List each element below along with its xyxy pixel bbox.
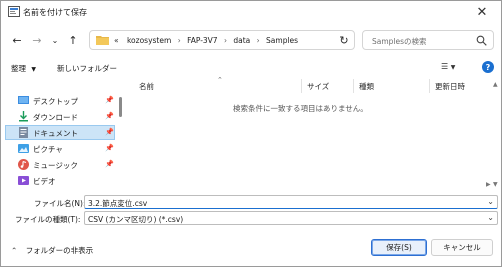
back-button[interactable]: ← <box>9 32 25 48</box>
command-bar: 整理 ▼ 新しいフォルダー ☰ ▼ ? <box>1 57 501 79</box>
filename-label: ファイル名(N): <box>34 199 86 208</box>
sort-ascending-icon: ⌃ <box>217 76 223 84</box>
search-icon <box>476 35 487 46</box>
close-button[interactable]: ✕ <box>471 3 493 21</box>
sidebar-item-label: ドキュメント <box>33 129 78 138</box>
new-folder-button[interactable]: 新しいフォルダー <box>57 63 117 74</box>
breadcrumb-separator-icon[interactable]: › <box>257 36 260 45</box>
view-list-icon: ☰ <box>441 62 449 71</box>
breadcrumb-item[interactable]: data <box>233 36 250 45</box>
arrow-right-icon: → <box>32 33 42 47</box>
sidebar-item-label: ピクチャ <box>33 145 63 154</box>
file-list: ⌃ 名前 サイズ 種類 更新日時 検索条件に一致する項目はありません。 <box>125 76 501 189</box>
chevron-down-icon: ⌄ <box>487 213 494 222</box>
pictures-icon <box>18 144 29 153</box>
sidebar-item-desktop[interactable]: デスクトップ 📌 <box>5 93 115 108</box>
filename-input[interactable]: 3.2.節点変位.csv ⌄ <box>84 195 498 209</box>
sidebar-item-pictures[interactable]: ピクチャ 📌 <box>5 141 115 156</box>
breadcrumb-separator-icon[interactable]: › <box>224 36 227 45</box>
pin-icon: 📌 <box>105 128 114 136</box>
sidebar-item-videos[interactable]: ビデオ <box>5 173 115 188</box>
column-divider[interactable] <box>353 79 354 93</box>
filetype-label: ファイルの種類(T): <box>15 215 81 224</box>
sidebar-item-label: ダウンロード <box>33 113 78 122</box>
breadcrumb-item[interactable]: kozosystem <box>127 36 171 45</box>
app-icon <box>8 6 20 17</box>
sidebar-item-label: デスクトップ <box>33 97 78 106</box>
refresh-button[interactable]: ↻ <box>336 32 352 48</box>
desktop-icon <box>18 96 29 104</box>
sidebar-item-label: ビデオ <box>33 177 56 186</box>
documents-icon <box>19 127 28 138</box>
column-header-modified[interactable]: 更新日時 <box>435 81 465 92</box>
sidebar-item-downloads[interactable]: ダウンロード 📌 <box>5 109 115 124</box>
breadcrumb: « kozosystem › FAP-3V7 › data › Samples <box>114 36 298 45</box>
hide-folders-label: フォルダーの非表示 <box>25 246 94 255</box>
breadcrumb-separator-icon[interactable]: › <box>178 36 181 45</box>
filename-value: 3.2.節点変位.csv <box>88 199 148 208</box>
navigation-pane: デスクトップ 📌 ダウンロード 📌 ドキュメント 📌 ピクチャ 📌 ミュージック… <box>1 81 123 189</box>
save-button[interactable]: 保存(S) <box>371 239 427 256</box>
column-header-size[interactable]: サイズ <box>307 81 329 92</box>
help-icon[interactable]: ? <box>482 61 494 73</box>
download-icon <box>19 111 28 122</box>
column-header-type[interactable]: 種類 <box>359 81 374 92</box>
filetype-value: CSV (カンマ区切り) (*.csv) <box>88 215 184 224</box>
scroll-right-icon[interactable]: ▶ <box>486 181 491 188</box>
view-options-button[interactable]: ☰ ▼ <box>441 62 455 71</box>
organize-menu[interactable]: 整理 ▼ <box>11 63 36 74</box>
filetype-select[interactable]: CSV (カンマ区切り) (*.csv) ⌄ <box>84 211 498 225</box>
chevron-down-icon: ⌄ <box>51 35 59 45</box>
empty-folder-message: 検索条件に一致する項目はありません。 <box>233 104 368 113</box>
recent-locations-button[interactable]: ⌄ <box>47 32 63 48</box>
title-bar: 名前を付けて保存 ✕ <box>1 1 501 23</box>
breadcrumb-item[interactable]: Samples <box>266 36 298 45</box>
chevron-down-icon[interactable]: ⌄ <box>487 197 494 206</box>
caret-down-icon: ▼ <box>31 66 37 73</box>
caret-down-icon: ▼ <box>450 64 456 71</box>
up-button[interactable]: ↑ <box>65 32 81 48</box>
sidebar-item-documents[interactable]: ドキュメント 📌 <box>5 125 115 140</box>
video-icon <box>18 176 29 185</box>
sidebar-item-music[interactable]: ミュージック 📌 <box>5 157 115 172</box>
pin-icon: 📌 <box>105 160 114 168</box>
address-bar[interactable]: « kozosystem › FAP-3V7 › data › Samples … <box>89 30 405 50</box>
sidebar-scrollbar[interactable] <box>119 97 122 117</box>
music-icon <box>18 159 29 170</box>
breadcrumb-item[interactable]: FAP-3V7 <box>187 36 218 45</box>
arrow-left-icon: ← <box>12 33 22 47</box>
overflow-chevron-icon[interactable]: « <box>114 36 119 45</box>
organize-label: 整理 <box>11 64 26 73</box>
navigation-bar: ← → ⌄ ↑ « kozosystem › FAP-3V7 › data › … <box>1 25 501 55</box>
scroll-down-icon[interactable]: ▼ <box>493 181 498 188</box>
save-form: ファイル名(N): 3.2.節点変位.csv ⌄ ファイルの種類(T): CSV… <box>1 189 501 266</box>
column-divider[interactable] <box>429 79 430 93</box>
column-header-name[interactable]: 名前 <box>139 81 154 92</box>
pin-icon: 📌 <box>105 96 114 104</box>
pin-icon: 📌 <box>105 144 114 152</box>
cancel-button[interactable]: キャンセル <box>431 239 493 256</box>
search-placeholder: Samplesの検索 <box>372 37 427 46</box>
search-box[interactable]: Samplesの検索 <box>362 30 494 50</box>
column-divider[interactable] <box>301 79 302 93</box>
window-title: 名前を付けて保存 <box>23 8 87 17</box>
arrow-up-icon: ↑ <box>68 33 78 47</box>
pin-icon: 📌 <box>105 112 114 120</box>
close-icon: ✕ <box>476 4 488 20</box>
refresh-icon: ↻ <box>339 33 349 47</box>
folder-icon <box>96 36 109 45</box>
save-as-dialog: 名前を付けて保存 ✕ ← → ⌄ ↑ « kozosystem › FAP-3V… <box>0 0 502 267</box>
forward-button[interactable]: → <box>29 32 45 48</box>
hide-folders-toggle[interactable]: ⌃ フォルダーの非表示 <box>11 245 93 256</box>
scroll-up-icon[interactable]: ▲ <box>493 81 498 88</box>
sidebar-item-label: ミュージック <box>33 161 78 170</box>
chevron-up-icon: ⌃ <box>11 246 18 255</box>
